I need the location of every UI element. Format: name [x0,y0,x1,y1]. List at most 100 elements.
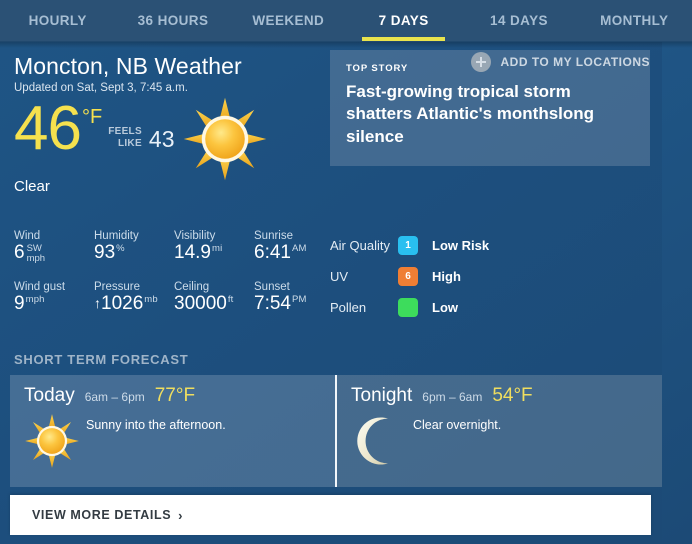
metric-value: 93% [94,242,174,264]
metric-value: ↑1026mb [94,292,174,315]
metric-unit: % [116,243,125,254]
metric-number: 6 [14,242,25,263]
top-story-headline: Fast-growing tropical storm shatters Atl… [346,82,595,146]
uv-badge: 6 [398,266,418,286]
metrics-row-1: Wind 6 SW mph Humidity 93% Visibility 14.9… [14,230,334,264]
metric-wind: Wind 6 SW mph [14,230,94,264]
short-term-forecast-cards: Today 6am – 6pm 77°F Sunny into the afte… [10,375,662,487]
weather-metrics: Wind 6 SW mph Humidity 93% Visibility 14.9… [14,230,334,332]
index-label: Air Quality [330,237,390,253]
forecast-card-body: Sunny into the afternoon. [24,411,335,474]
tab-36-hours[interactable]: 36 HOURS [115,0,230,41]
weather-page: HOURLY 36 HOURS WEEKEND 7 DAYS 14 DAYS M… [0,0,692,544]
moon-icon [351,413,413,474]
metric-number: 6:41 [254,242,291,263]
tab-label: 36 HOURS [137,13,209,28]
metric-unit: mph [25,293,45,305]
right-edge-strip [662,42,692,544]
metric-label: Sunrise [254,230,293,242]
metric-unit: AM [291,243,307,254]
tab-14-days[interactable]: 14 DAYS [461,0,576,41]
tab-label: WEEKEND [252,13,325,28]
metric-wind-gust: Wind gust 9mph [14,281,94,315]
forecast-card-tonight[interactable]: Tonight 6pm – 6am 54°F Clear overnight. [337,375,662,487]
forecast-period-name: Tonight [351,385,413,406]
metric-unit: ft [227,293,234,305]
tab-weekend[interactable]: WEEKEND [231,0,346,41]
index-label: Pollen [330,299,367,315]
forecast-card-header: Tonight 6pm – 6am 54°F [351,385,662,407]
metric-unit: mi [211,243,223,254]
forecast-card-today[interactable]: Today 6am – 6pm 77°F Sunny into the afte… [10,375,335,487]
metric-label: Humidity [94,230,139,242]
metric-label: Wind gust [14,280,66,293]
top-story-card[interactable]: TOP STORY Fast-growing tropical storm sh… [330,50,650,166]
metric-value: 6:41AM [254,242,334,264]
forecast-description: Sunny into the afternoon. [86,418,226,432]
tab-label: MONTHLY [600,13,669,28]
forecast-temperature: 77°F [154,385,196,406]
index-uv[interactable]: UV 6 High [330,263,660,289]
tab-monthly[interactable]: MONTHLY [577,0,692,41]
metric-sunrise: Sunrise 6:41AM [254,230,334,264]
top-story-kicker: TOP STORY [346,63,409,74]
metric-unit: mph [26,252,46,264]
forecast-time-range: 6pm – 6am [422,390,483,404]
metric-value: 6 SW mph [14,242,94,264]
feels-like-label: FEELS LIKE [108,126,142,149]
metric-unit: mb [144,293,158,305]
metric-number: 7:54 [254,292,291,314]
forecast-temperature: 54°F [492,385,533,406]
metric-number: 1026 [101,292,144,314]
feels-like-line2: LIKE [117,137,142,149]
tab-label: HOURLY [28,13,87,28]
metric-value: 9mph [14,292,94,315]
tab-hourly[interactable]: HOURLY [0,0,115,41]
pollen-badge [398,297,418,317]
index-status: Low [432,299,458,315]
view-more-details-button[interactable]: VIEW MORE DETAILS › [10,495,651,535]
forecast-time-range: 6am – 6pm [84,390,145,404]
temperature-row: 46 °F FEELS LIKE 43 [14,94,326,166]
metric-number: 14.9 [174,242,211,263]
index-air-quality[interactable]: Air Quality 1 Low Risk [330,232,660,258]
forecast-tab-bar: HOURLY 36 HOURS WEEKEND 7 DAYS 14 DAYS M… [0,0,692,42]
tab-7-days[interactable]: 7 DAYS [346,0,461,41]
feels-like-value: 43 [148,126,175,153]
sun-icon [24,413,86,474]
metric-humidity: Humidity 93% [94,230,174,264]
current-temperature: 46 [14,94,82,164]
feels-like-line1: FEELS [108,126,142,138]
metric-label: Wind [14,230,41,242]
air-quality-badge: 1 [398,235,418,255]
metric-label: Pressure [94,280,141,293]
current-conditions-left: 46 °F FEELS LIKE 43 Clear [14,94,326,196]
metric-pressure: Pressure ↑1026mb [94,281,174,315]
forecast-card-header: Today 6am – 6pm 77°F [24,385,335,407]
metric-value: 14.9mi [174,242,254,264]
metric-number: 9 [14,292,25,314]
metric-visibility: Visibility 14.9mi [174,230,254,264]
pressure-rising-arrow-icon: ↑ [94,294,101,311]
index-status: High [432,268,461,284]
health-indices: Air Quality 1 Low Risk UV 6 High Pollen … [330,232,660,325]
metric-value: 30000ft [174,292,254,315]
forecast-card-body: Clear overnight. [351,411,662,474]
feels-like-block: FEELS LIKE 43 [108,126,175,153]
forecast-description: Clear overnight. [413,418,502,432]
metric-label: Sunset [254,280,290,293]
tab-label: 7 DAYS [378,13,429,28]
tab-label: 14 DAYS [490,13,548,28]
metric-label: Visibility [174,230,216,242]
metric-number: 30000 [174,292,227,314]
index-label: UV [330,268,349,284]
metric-number: 93 [94,242,116,263]
sun-icon [182,96,268,182]
current-condition-text: Clear [14,178,50,196]
metric-ceiling: Ceiling 30000ft [174,281,254,315]
view-more-details-label: VIEW MORE DETAILS [32,508,172,522]
metric-unit: PM [291,293,307,305]
index-pollen[interactable]: Pollen Low [330,294,660,320]
metric-label: Ceiling [174,280,210,293]
temperature-unit: °F [81,106,103,129]
